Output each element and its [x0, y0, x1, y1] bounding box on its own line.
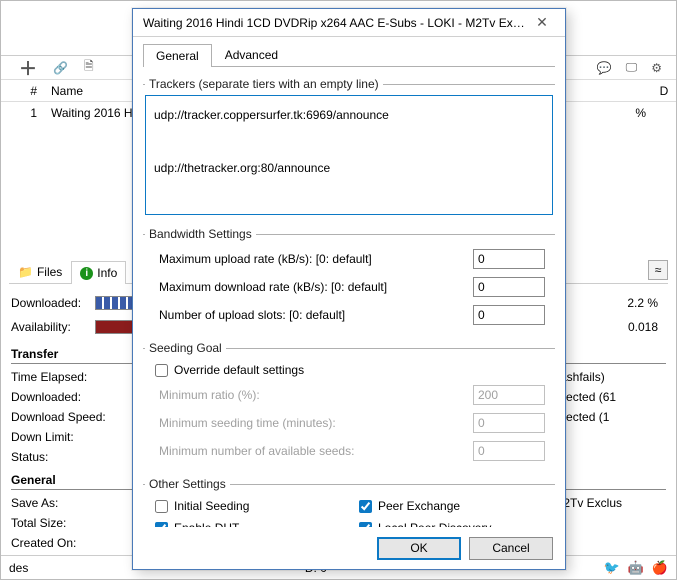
override-checkbox[interactable]: [155, 364, 168, 377]
gear-icon[interactable]: ⚙: [651, 61, 662, 75]
downloaded-label: Downloaded:: [11, 296, 95, 310]
enable-dht-label: Enable DHT: [174, 521, 239, 527]
down-limit-label: Down Limit:: [11, 430, 135, 444]
add-icon[interactable]: ＋: [19, 55, 37, 81]
bandwidth-fieldset: Bandwidth Settings Maximum upload rate (…: [143, 227, 555, 331]
time-elapsed-label: Time Elapsed:: [11, 370, 135, 384]
created-on-label: Created On:: [11, 536, 135, 550]
dialog-title: Waiting 2016 Hindi 1CD DVDRip x264 AAC E…: [139, 16, 525, 30]
local-peer-row[interactable]: Local Peer Discovery: [349, 517, 553, 527]
save-as-label: Save As:: [11, 496, 135, 510]
min-seeds-label: Minimum number of available seeds:: [145, 444, 473, 458]
other-legend: Other Settings: [145, 477, 230, 491]
android-icon[interactable]: 🤖: [628, 560, 644, 576]
downloaded2-label: Downloaded:: [11, 390, 135, 404]
file-icon[interactable]: 🗎: [84, 57, 94, 78]
enable-dht-checkbox[interactable]: [155, 522, 168, 528]
monitor-icon[interactable]: 🖵: [626, 60, 638, 75]
min-ratio-label: Minimum ratio (%):: [145, 388, 473, 402]
apple-icon[interactable]: 🍎: [652, 560, 668, 576]
folder-icon: 📁: [18, 265, 33, 279]
peer-exchange-row[interactable]: Peer Exchange: [349, 495, 553, 517]
other-fieldset: Other Settings Initial Seeding Enable DH…: [143, 477, 555, 527]
max-download-input[interactable]: [473, 277, 545, 297]
initial-seeding-row[interactable]: Initial Seeding: [145, 495, 349, 517]
tab-general[interactable]: General: [143, 44, 212, 67]
chat-icon[interactable]: 💬: [597, 61, 612, 75]
upload-slots-input[interactable]: [473, 305, 545, 325]
link-icon[interactable]: 🔗: [53, 61, 68, 75]
availability-value: 0.018: [616, 320, 666, 334]
peer-exchange-checkbox[interactable]: [359, 500, 372, 513]
cancel-button[interactable]: Cancel: [469, 537, 553, 560]
properties-dialog: Waiting 2016 Hindi 1CD DVDRip x264 AAC E…: [132, 8, 566, 570]
availability-label: Availability:: [11, 320, 95, 334]
row-percent: %: [635, 102, 646, 124]
override-label: Override default settings: [174, 363, 304, 377]
col-number[interactable]: #: [1, 84, 47, 98]
initial-seeding-checkbox[interactable]: [155, 500, 168, 513]
trackers-legend: Trackers (separate tiers with an empty l…: [145, 77, 383, 91]
tab-files[interactable]: 📁 Files: [9, 260, 71, 283]
total-size-label: Total Size:: [11, 516, 135, 530]
min-ratio-input: [473, 385, 545, 405]
trackers-fieldset: Trackers (separate tiers with an empty l…: [143, 77, 555, 217]
download-speed-label: Download Speed:: [11, 410, 135, 424]
col-d[interactable]: D: [652, 84, 676, 98]
dialog-tabs: General Advanced: [143, 43, 555, 67]
row-number: 1: [1, 106, 47, 120]
override-checkbox-row[interactable]: Override default settings: [145, 359, 553, 381]
status-label: Status:: [11, 450, 135, 464]
bandwidth-legend: Bandwidth Settings: [145, 227, 256, 241]
min-seeds-input: [473, 441, 545, 461]
max-download-label: Maximum download rate (kB/s): [0: defaul…: [145, 280, 473, 294]
dialog-footer: OK Cancel: [133, 527, 565, 569]
min-seed-time-input: [473, 413, 545, 433]
tab-info[interactable]: i Info: [71, 261, 126, 284]
ok-button[interactable]: OK: [377, 537, 461, 560]
info-icon: i: [80, 267, 93, 280]
initial-seeding-label: Initial Seeding: [174, 499, 249, 513]
collapse-button[interactable]: ≈: [648, 260, 668, 280]
tab-advanced[interactable]: Advanced: [212, 43, 291, 66]
seeding-legend: Seeding Goal: [145, 341, 226, 355]
twitter-icon[interactable]: 🐦: [603, 560, 619, 576]
local-peer-checkbox[interactable]: [359, 522, 372, 528]
max-upload-label: Maximum upload rate (kB/s): [0: default]: [145, 252, 473, 266]
enable-dht-row[interactable]: Enable DHT: [145, 517, 349, 527]
max-upload-input[interactable]: [473, 249, 545, 269]
trackers-textarea[interactable]: udp://tracker.coppersurfer.tk:6969/annou…: [146, 96, 552, 214]
upload-slots-label: Number of upload slots: [0: default]: [145, 308, 473, 322]
local-peer-label: Local Peer Discovery: [378, 521, 491, 527]
tab-files-label: Files: [37, 265, 62, 279]
tab-info-label: Info: [97, 266, 117, 280]
downloaded-value: 2.2 %: [616, 296, 666, 310]
dialog-close-icon[interactable]: ✕: [525, 14, 559, 31]
min-seed-time-label: Minimum seeding time (minutes):: [145, 416, 473, 430]
dialog-titlebar[interactable]: Waiting 2016 Hindi 1CD DVDRip x264 AAC E…: [133, 9, 565, 37]
status-des: des: [9, 561, 28, 575]
peer-exchange-label: Peer Exchange: [378, 499, 460, 513]
seeding-fieldset: Seeding Goal Override default settings M…: [143, 341, 555, 467]
